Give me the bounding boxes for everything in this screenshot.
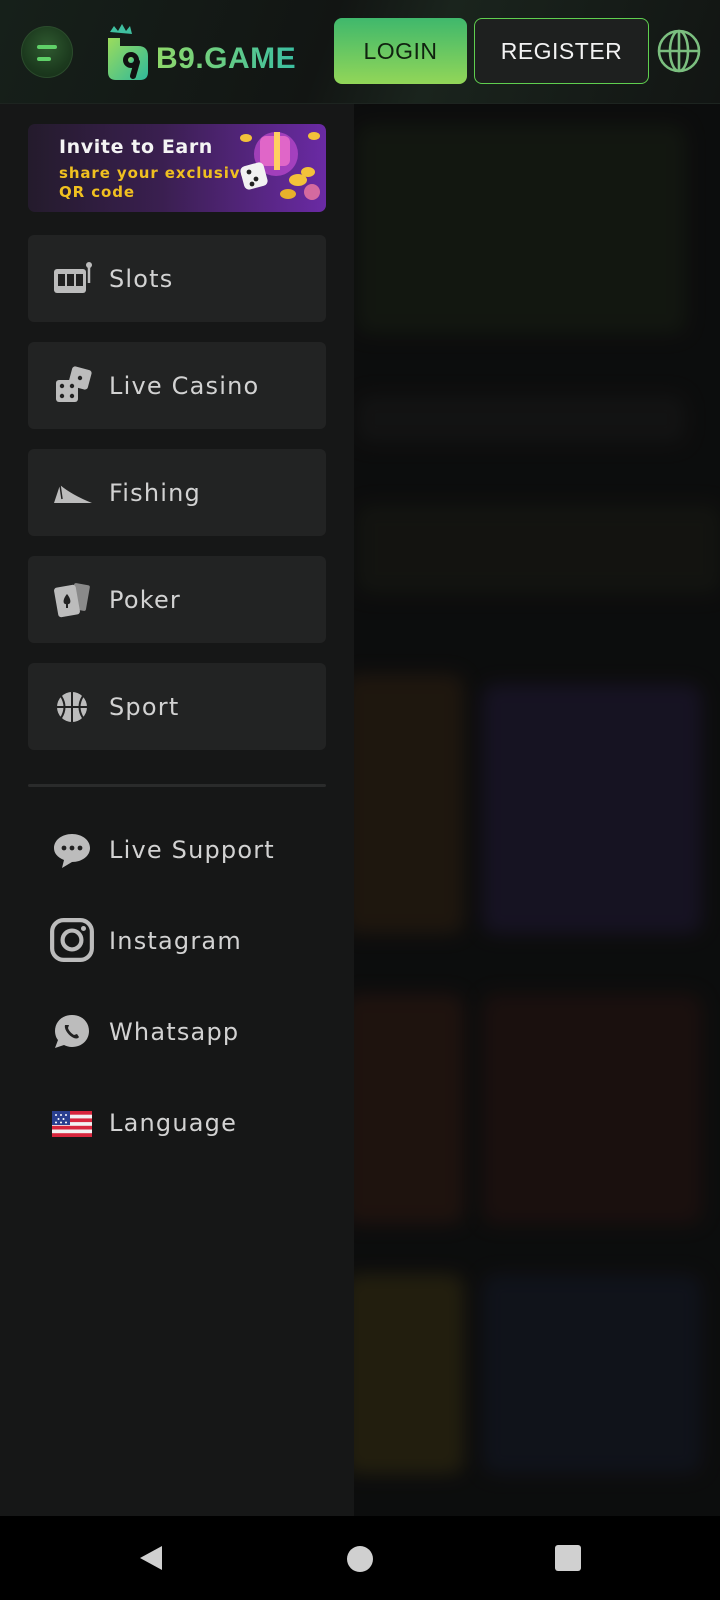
category-sport[interactable]: Sport: [28, 663, 326, 750]
overlay-dim: [354, 104, 720, 1516]
link-label: Live Support: [109, 836, 275, 864]
category-slots[interactable]: Slots: [28, 235, 326, 322]
background-page-dimmed[interactable]: [354, 104, 720, 1516]
login-button[interactable]: LOGIN: [334, 18, 467, 84]
slot-machine-icon: [54, 262, 92, 293]
menu-toggle-button[interactable]: [21, 26, 73, 78]
top-header: B9.GAME LOGIN REGISTER: [0, 0, 720, 104]
link-live-support[interactable]: Live Support: [28, 820, 326, 880]
b9-logo-icon: [108, 24, 148, 80]
register-button[interactable]: REGISTER: [474, 18, 649, 84]
recents-icon[interactable]: [555, 1545, 581, 1571]
category-label: Poker: [109, 585, 181, 614]
chat-bubble-icon: [54, 834, 90, 868]
home-icon[interactable]: [347, 1546, 373, 1572]
fish-icon: [54, 484, 92, 503]
invite-to-earn-banner[interactable]: Invite to Earn share your exclusive QR c…: [28, 124, 326, 212]
category-label: Fishing: [109, 478, 201, 507]
gift-dice-coins-icon: [240, 132, 320, 200]
basketball-icon: [57, 692, 87, 722]
category-poker[interactable]: Poker: [28, 556, 326, 643]
menu-icon-bar: [37, 45, 57, 49]
system-navigation-bar: [0, 1516, 720, 1600]
category-label: Sport: [109, 692, 180, 721]
side-drawer: Invite to Earn share your exclusive QR c…: [0, 104, 354, 1516]
drawer-divider: [28, 784, 326, 787]
dice-icon: [56, 366, 92, 402]
invite-title: Invite to Earn: [59, 136, 213, 158]
category-fishing[interactable]: Fishing: [28, 449, 326, 536]
logo-text: B9.GAME: [156, 42, 297, 75]
link-label: Whatsapp: [109, 1018, 240, 1046]
link-label: Language: [109, 1109, 238, 1137]
menu-icon-bar: [37, 57, 51, 61]
link-whatsapp[interactable]: Whatsapp: [28, 1002, 326, 1062]
playing-cards-icon: [54, 583, 90, 618]
link-label: Instagram: [109, 927, 242, 955]
brand-logo[interactable]: B9.GAME: [104, 22, 297, 84]
instagram-icon: [50, 918, 94, 962]
whatsapp-icon: [55, 1015, 89, 1048]
us-flag-icon: [52, 1111, 92, 1137]
category-live-casino[interactable]: Live Casino: [28, 342, 326, 429]
link-language[interactable]: Language: [28, 1093, 326, 1153]
category-label: Slots: [109, 264, 174, 293]
category-label: Live Casino: [109, 371, 260, 400]
link-instagram[interactable]: Instagram: [28, 911, 326, 971]
back-icon[interactable]: [136, 1543, 166, 1573]
globe-icon[interactable]: [655, 27, 703, 75]
